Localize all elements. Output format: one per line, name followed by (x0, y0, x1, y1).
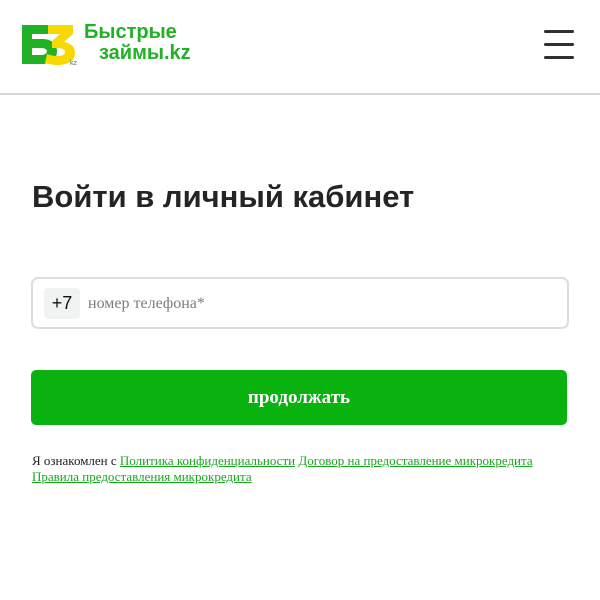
continue-button[interactable]: продолжать (31, 370, 567, 425)
phone-field[interactable]: +7 (31, 277, 569, 329)
country-code-badge: +7 (44, 288, 80, 319)
site-name-line-1: Быстрые (84, 21, 177, 43)
hamburger-menu-button[interactable] (541, 28, 577, 62)
microcredit-agreement-link[interactable]: Договор на предоставление микрокредита (298, 453, 532, 468)
site-name[interactable]: Быстрые займы.kz (84, 22, 191, 64)
agreement-text: Я ознакомлен с Политика конфиденциальнос… (32, 453, 577, 485)
page-title: Войти в личный кабинет (32, 179, 415, 214)
menu-bar-top (544, 30, 574, 33)
site-logo-icon[interactable]: kz (22, 22, 80, 67)
site-header: kz Быстрые займы.kz (0, 0, 600, 95)
site-logo-svg: kz (22, 25, 78, 67)
site-name-line-2: займы.kz (99, 42, 191, 64)
phone-input[interactable] (88, 288, 558, 319)
agreement-prefix: Я ознакомлен с (32, 453, 117, 468)
privacy-policy-link[interactable]: Политика конфиденциальности (120, 453, 295, 468)
logo-suffix-text: kz (70, 60, 78, 66)
menu-bar-middle (544, 43, 574, 46)
microcredit-rules-link[interactable]: Правила предоставления микрокредита (32, 469, 252, 484)
menu-bar-bottom (544, 56, 574, 59)
